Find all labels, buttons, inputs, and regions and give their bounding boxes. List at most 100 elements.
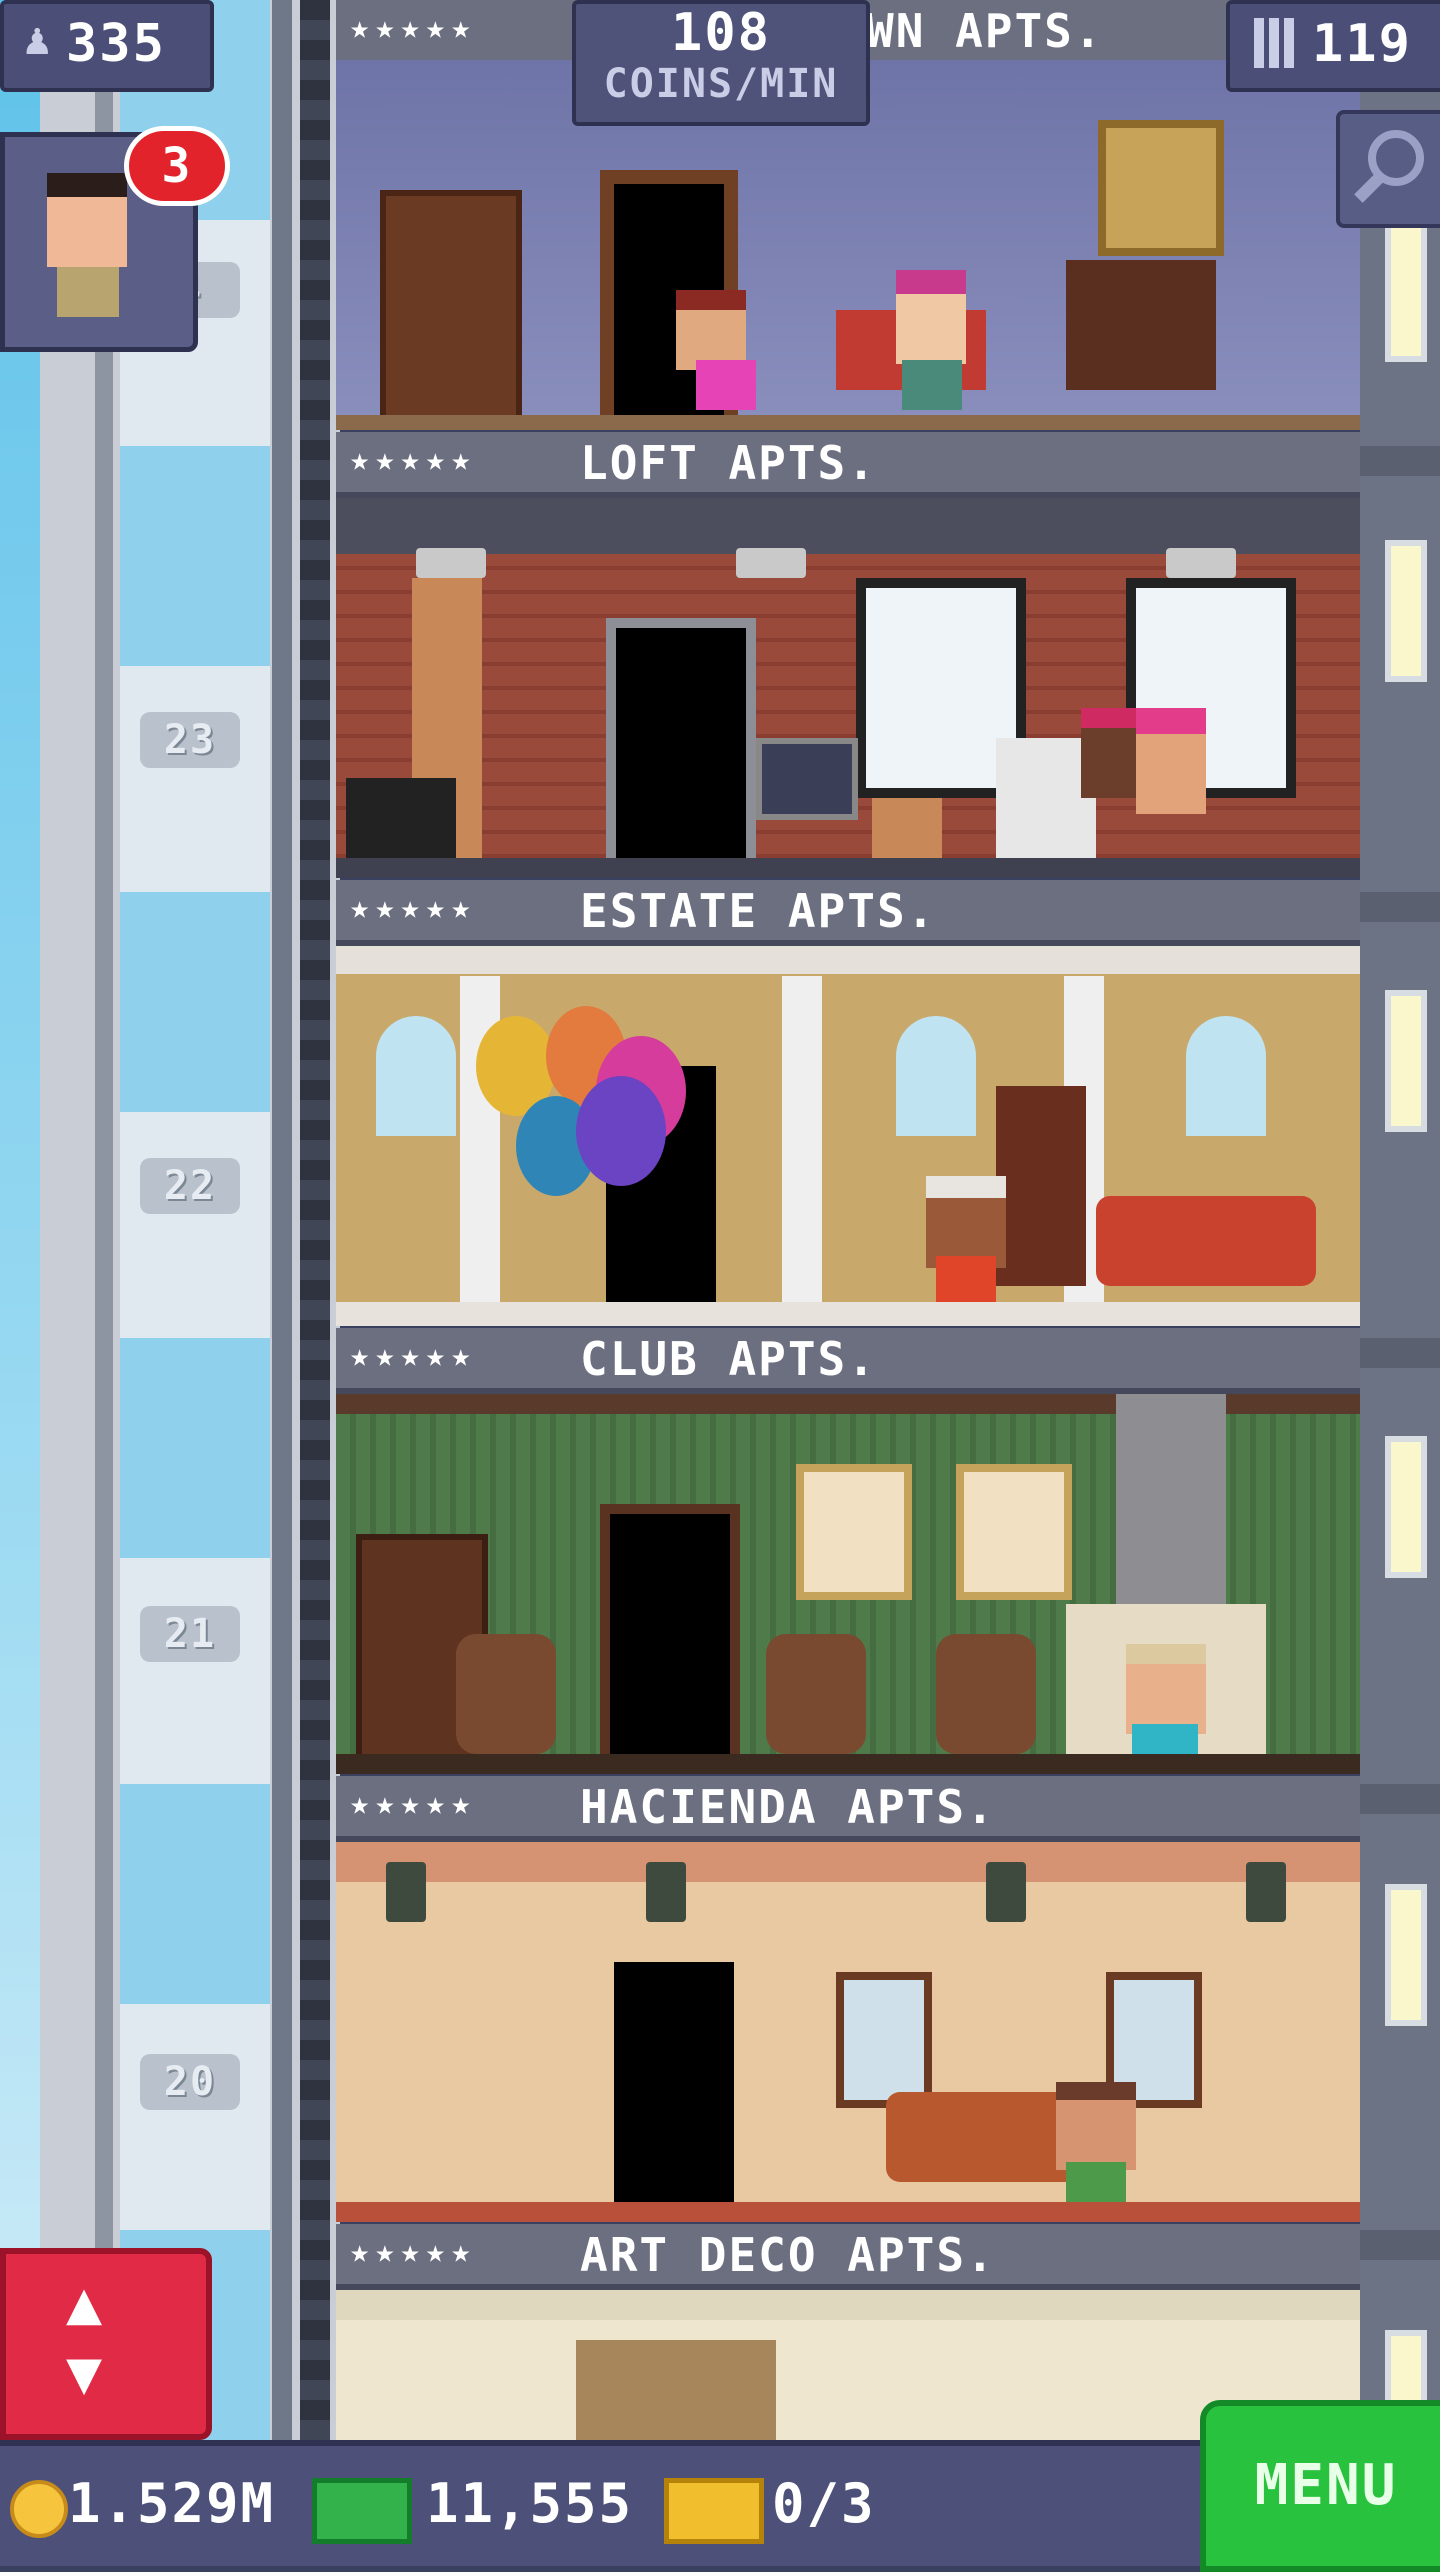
menu-button[interactable]: MENU: [1200, 2400, 1440, 2572]
coin-icon: [10, 2480, 68, 2538]
floor-room[interactable]: [336, 946, 1360, 1326]
floor-label-bar: ★★★★★ ART DECO APTS.: [336, 2224, 1360, 2290]
shaft-floor-number: 22: [140, 1158, 240, 1214]
floor-tiles: [336, 2202, 1360, 2222]
arched-window: [376, 1016, 456, 1136]
floor-label-bar: ★★★★★ HACIENDA APTS.: [336, 1776, 1360, 1842]
bookshelf: [996, 1086, 1086, 1286]
wall-light: [1385, 1436, 1427, 1578]
coins-per-min-unit: COINS/MIN: [603, 61, 839, 107]
population-icon: ♟: [24, 14, 53, 65]
resident-head[interactable]: [926, 1176, 1006, 1268]
coins-value: 1.529M: [68, 2472, 276, 2535]
resident-body: [696, 360, 756, 410]
ceiling-beams: [336, 498, 1360, 554]
population-value: 335: [66, 14, 166, 74]
coins-per-min-value: 108: [671, 3, 771, 63]
stone-chimney: [1116, 1394, 1226, 1634]
shaft-cable: [300, 0, 330, 2440]
resident-head[interactable]: [896, 270, 966, 364]
ceiling-lamp: [736, 548, 806, 578]
bux-icon: [312, 2478, 412, 2544]
avatar: [47, 173, 127, 267]
floor-boards: [336, 858, 1360, 878]
floor-name: CLUB APTS.: [580, 1332, 877, 1386]
ceiling-trim: [336, 1842, 1360, 1882]
floor-counter[interactable]: 119: [1226, 0, 1440, 92]
floor-stars: ★★★★★: [350, 8, 477, 46]
lantern: [646, 1862, 686, 1922]
tickets-counter[interactable]: 0/3: [664, 2466, 924, 2546]
wall-light: [1385, 990, 1427, 1132]
floor-room[interactable]: [336, 1842, 1360, 2222]
tv: [756, 738, 858, 820]
resident-head[interactable]: [1136, 708, 1206, 814]
coins-per-min-panel[interactable]: 108 COINS/MIN: [572, 0, 870, 126]
tickets-value: 0/3: [772, 2472, 876, 2535]
resident-head[interactable]: [1056, 2082, 1136, 2170]
bookshelf: [380, 190, 522, 422]
floor-name: LOFT APTS.: [580, 436, 877, 490]
floor-stars: ★★★★★: [350, 2232, 477, 2270]
portrait: [956, 1464, 1072, 1600]
resident-body: [902, 360, 962, 410]
ceiling-lamp: [416, 548, 486, 578]
shaft-floor-number: 23: [140, 712, 240, 768]
room-door[interactable]: [600, 1504, 740, 1774]
shaft-rail-right: [272, 0, 292, 2440]
ceiling-lamp: [1166, 548, 1236, 578]
armchair: [936, 1634, 1036, 1754]
ceiling-trim: [336, 2290, 1360, 2320]
floor-name: WN APTS.: [866, 4, 1104, 58]
notification-badge: 3: [124, 126, 230, 206]
floor-boards: [336, 1754, 1360, 1774]
floor-stars: ★★★★★: [350, 888, 477, 926]
floor-stars: ★★★★★: [350, 440, 477, 478]
painting: [1098, 120, 1224, 256]
door-frame: [576, 2340, 776, 2440]
elevator-button[interactable]: ▲ ▼: [0, 2248, 212, 2440]
resident-body: [1066, 2162, 1126, 2202]
resident-head[interactable]: [1126, 1644, 1206, 1734]
up-down-arrows-icon: ▲: [66, 2268, 103, 2338]
floor-name: ESTATE APTS.: [580, 884, 937, 938]
shaft-floor-number: 20: [140, 2054, 240, 2110]
column: [782, 976, 822, 1316]
floor-label-bar: ★★★★★ LOFT APTS.: [336, 432, 1360, 498]
fireplace: [1066, 260, 1216, 390]
resident-body: [936, 1256, 996, 1306]
floor-stars: ★★★★★: [350, 1336, 477, 1374]
armchair: [766, 1634, 866, 1754]
resident-head[interactable]: [676, 290, 746, 370]
portrait: [796, 1464, 912, 1600]
sofa: [1096, 1196, 1316, 1286]
floor-label-bar: ★★★★★ ESTATE APTS.: [336, 880, 1360, 946]
room-door[interactable]: [614, 1962, 734, 2212]
search-button[interactable]: [1336, 110, 1440, 228]
balloon[interactable]: [576, 1076, 666, 1186]
wall-light: [1385, 220, 1427, 362]
arched-window: [1186, 1016, 1266, 1136]
floor-count-value: 119: [1312, 14, 1412, 74]
floor-boards: [336, 1302, 1360, 1326]
wall-light: [1385, 540, 1427, 682]
armchair: [456, 1634, 556, 1754]
speaker: [346, 778, 456, 858]
ticket-icon: [664, 2478, 764, 2544]
floor-room[interactable]: [336, 1394, 1360, 1774]
population-counter[interactable]: ♟ 335: [0, 0, 214, 92]
coins-counter[interactable]: 1.529M: [0, 2466, 300, 2546]
bux-counter[interactable]: 11,555: [312, 2466, 642, 2546]
lantern: [986, 1862, 1026, 1922]
floors-icon: [1254, 18, 1294, 68]
floor-stars: ★★★★★: [350, 1784, 477, 1822]
shaft-rail-left: [95, 0, 113, 2440]
floor-label-bar: ★★★★★ CLUB APTS.: [336, 1328, 1360, 1394]
room-door[interactable]: [606, 618, 756, 878]
lantern: [1246, 1862, 1286, 1922]
arched-window: [896, 1016, 976, 1136]
floor-room[interactable]: [336, 498, 1360, 878]
resident-head[interactable]: [1081, 708, 1141, 798]
window: [836, 1972, 932, 2108]
building-right-wall: [1360, 0, 1440, 2440]
